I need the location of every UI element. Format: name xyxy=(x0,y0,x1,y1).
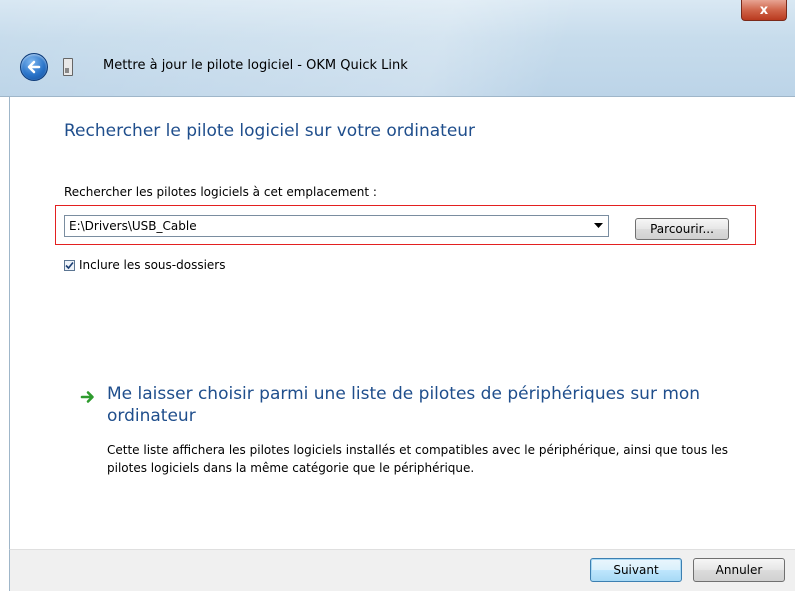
pick-from-list-description: Cette liste affichera les pilotes logici… xyxy=(107,443,729,475)
checkmark-icon xyxy=(65,261,74,269)
pick-from-list-link[interactable]: Me laisser choisir parmi une liste de pi… xyxy=(107,383,767,427)
back-arrow-icon xyxy=(27,60,41,74)
wizard-footer: Suivant Annuler xyxy=(9,549,795,591)
next-button[interactable]: Suivant xyxy=(590,558,682,582)
cancel-button[interactable]: Annuler xyxy=(693,558,785,582)
wizard-content: Rechercher le pilote logiciel sur votre … xyxy=(9,97,795,549)
window-title: Mettre à jour le pilote logiciel - OKM Q… xyxy=(103,58,408,73)
location-label: Rechercher les pilotes logiciels à cet e… xyxy=(64,185,377,199)
green-arrow-icon xyxy=(80,391,94,403)
close-button[interactable]: x xyxy=(741,0,787,21)
dropdown-arrow-icon[interactable] xyxy=(592,220,604,232)
browse-button[interactable]: Parcourir... xyxy=(635,218,729,240)
include-subfolders-label: Inclure les sous-dossiers xyxy=(79,258,226,272)
title-bar: x Mettre à jour le pilote logiciel - OKM… xyxy=(0,0,795,97)
path-value: E:\Drivers\USB_Cable xyxy=(69,219,197,233)
include-subfolders-row[interactable]: Inclure les sous-dossiers xyxy=(64,258,225,272)
close-icon: x xyxy=(759,2,769,18)
path-combobox[interactable]: E:\Drivers\USB_Cable xyxy=(64,215,609,237)
include-subfolders-checkbox[interactable] xyxy=(64,259,75,271)
update-driver-window: x Mettre à jour le pilote logiciel - OKM… xyxy=(0,0,795,591)
usb-device-icon xyxy=(63,58,73,76)
page-heading: Rechercher le pilote logiciel sur votre … xyxy=(64,121,476,141)
back-button[interactable] xyxy=(20,53,48,81)
